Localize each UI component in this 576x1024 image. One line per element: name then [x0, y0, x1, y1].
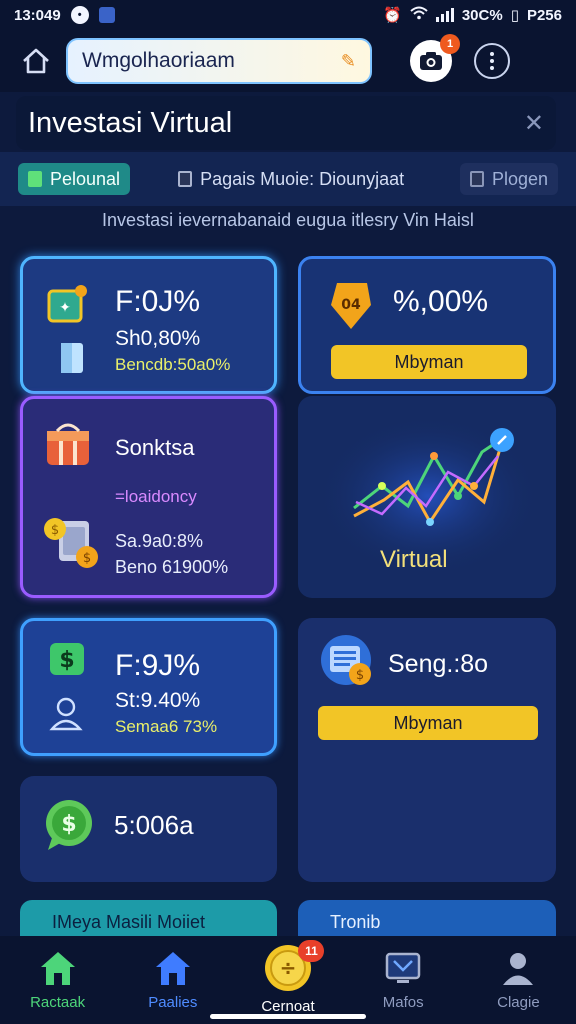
nav-item-mafos[interactable]: Mafos: [346, 936, 461, 1024]
nav-item-paalies[interactable]: Paalies: [115, 936, 230, 1024]
document-coin-icon: $: [320, 634, 376, 690]
svg-text:✦: ✦: [59, 300, 71, 316]
tab-label: Plogen: [491, 168, 548, 189]
tab-note-icon: [469, 171, 484, 187]
browser-bar: Wmgolhaoriaam ✎ 1: [0, 30, 576, 92]
puzzle-icon: ✦: [47, 285, 87, 325]
edit-url-icon[interactable]: ✎: [341, 51, 356, 72]
svg-text:$: $: [59, 648, 74, 673]
card-benefit: Beno 61900%: [115, 557, 229, 577]
home-indicator[interactable]: [210, 1014, 366, 1019]
tab-doc-icon: [28, 171, 42, 187]
app-notification-icon: [98, 7, 115, 23]
investment-card-2[interactable]: 04 %,00% Mbyman: [298, 256, 556, 394]
notification-icon: •: [70, 6, 89, 24]
svg-text:$: $: [356, 668, 364, 683]
card-rate: Sa.9a0:8%: [115, 531, 204, 551]
notification-badge: 11: [298, 940, 325, 962]
box-icon: [59, 337, 85, 375]
nav-label: Mafos: [382, 994, 424, 1011]
buy-button[interactable]: Mbyman: [331, 345, 527, 379]
page-title: Investasi Virtual: [28, 106, 233, 139]
strip-card-2[interactable]: Tronib: [298, 900, 556, 940]
card-value: F:9J%: [115, 649, 201, 682]
tab-pelounal[interactable]: Pelounal: [18, 163, 131, 195]
svg-text:$: $: [61, 812, 76, 837]
bottom-nav: Ractaak Paalies ÷ 11 Cernoat Mafos Clagi…: [0, 936, 576, 1024]
portfolio-icon: [153, 948, 193, 988]
card-title: Seng.:8o: [388, 650, 489, 678]
card-value: F:0J%: [115, 285, 201, 318]
investment-card-5[interactable]: $ F:9J% St:9.40% Semaa6 73%: [20, 618, 277, 756]
more-options-button[interactable]: [474, 43, 510, 79]
signal-icon: [435, 8, 454, 22]
profile-icon: [498, 948, 538, 988]
battery-icon: ▯: [510, 7, 519, 24]
nav-label: Cernoat: [261, 998, 315, 1015]
more-dots-icon: [490, 52, 494, 56]
tab-pagais[interactable]: Pagais Muoie: Diounyjaat: [178, 169, 404, 190]
url-bar[interactable]: Wmgolhaoriaam ✎: [66, 38, 372, 84]
url-text: Wmgolhaoriaam: [82, 49, 235, 72]
card-title: Sonktsa: [115, 435, 195, 460]
page-subtitle: Investasi ievernabanaid eugua itlesry Vi…: [102, 210, 474, 230]
buy-button[interactable]: Mbyman: [318, 706, 538, 740]
card-value: %,00%: [393, 285, 489, 318]
alarm-icon: ⏰: [383, 7, 402, 24]
investment-card-1[interactable]: ✦ F:0J% Sh0,80% Bencdb:50a0%: [20, 256, 277, 394]
tab-plogen[interactable]: Plogen: [459, 163, 558, 195]
camera-icon: [420, 52, 442, 70]
nav-item-cernoat[interactable]: ÷ 11 Cernoat: [230, 936, 345, 1024]
camera-button[interactable]: 1: [410, 34, 460, 82]
nav-label: Ractaak: [30, 994, 86, 1011]
tab-label: Pagais Muoie: Diounyjaat: [200, 168, 405, 189]
title-panel: Investasi Virtual ✕: [16, 96, 556, 150]
card-value: 5:006a: [114, 810, 194, 840]
virtual-chart-card[interactable]: Virtual: [298, 396, 556, 598]
svg-text:$: $: [83, 551, 91, 566]
investment-card-6[interactable]: $ Seng.:8o Mbyman: [298, 618, 556, 882]
wifi-icon: [410, 6, 428, 24]
home-outline-icon: [23, 48, 49, 74]
virtual-label: Virtual: [380, 546, 448, 573]
card-rate: Sh0,80%: [115, 327, 201, 350]
svg-text:$: $: [51, 523, 59, 538]
nav-label: Paalies: [148, 994, 198, 1011]
nav-item-ractaak[interactable]: Ractaak: [0, 936, 115, 1024]
investment-card-3[interactable]: Sonktsa =loaidoncy $ $ Sa.9a0:8% Beno 619…: [20, 396, 277, 598]
investment-card-7[interactable]: $ 5:006a: [20, 776, 277, 882]
gold-badge-icon: 04: [329, 281, 373, 331]
close-icon[interactable]: ✕: [524, 109, 544, 138]
camera-badge: 1: [440, 34, 460, 54]
badge-text: 04: [341, 297, 361, 313]
card-benefit: Bencdb:50a0%: [115, 355, 231, 374]
tv-icon: [383, 948, 423, 988]
status-time: 13:049: [14, 6, 61, 24]
status-bar: 13:049 • ⏰ 30C% ▯ P256: [0, 0, 576, 30]
nav-item-clagie[interactable]: Clagie: [461, 936, 576, 1024]
strip-card-1[interactable]: IMeya Masili Moiiet: [20, 900, 277, 940]
battery-percent: 30C%: [461, 6, 503, 24]
tab-bar: Pelounal Pagais Muoie: Diounyjaat Plogen: [0, 152, 576, 206]
home-icon: [38, 948, 78, 988]
strip-label: Tronib: [330, 912, 381, 932]
money-icon: $: [47, 639, 87, 679]
carrier-label: P256: [526, 6, 562, 24]
user-outline-icon: [49, 695, 83, 731]
card-rate: St:9.40%: [115, 689, 201, 712]
dollar-chat-icon: $: [44, 798, 94, 852]
svg-text:÷: ÷: [280, 956, 297, 980]
card-benefit: Semaa6 73%: [115, 717, 218, 736]
tab-calendar-icon: [178, 171, 193, 187]
gift-box-icon: [43, 419, 93, 467]
home-button[interactable]: [16, 41, 56, 81]
tab-label: Pelounal: [50, 168, 121, 189]
strip-label: IMeya Masili Moiiet: [52, 912, 206, 932]
card-tag: =loaidoncy: [115, 487, 197, 506]
wallet-coins-icon: $ $: [41, 515, 105, 571]
nav-label: Clagie: [497, 994, 540, 1011]
